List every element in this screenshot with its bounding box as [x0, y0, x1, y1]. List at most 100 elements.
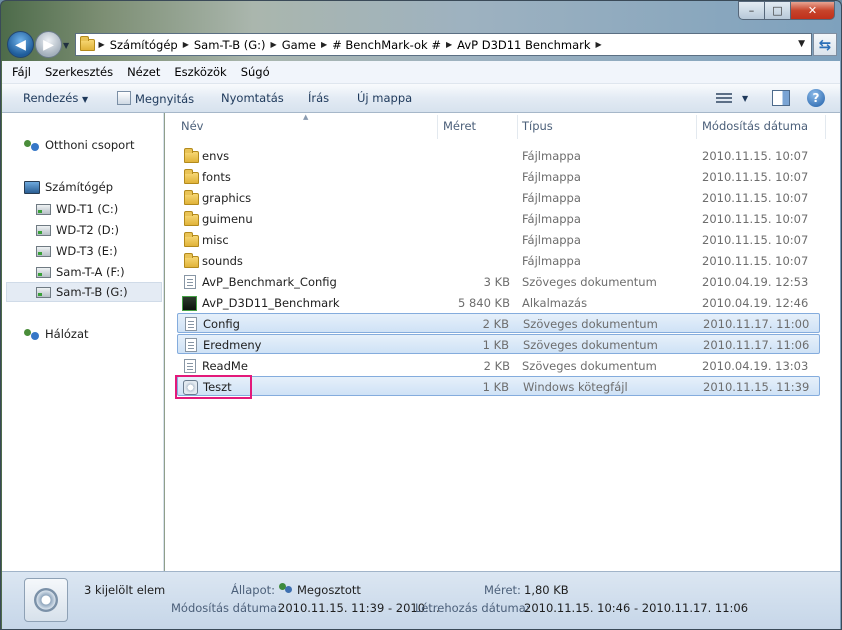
state-value: Megosztott [279, 583, 361, 597]
breadcrumb-separator-icon[interactable]: ▶ [270, 40, 278, 49]
column-divider[interactable] [696, 115, 697, 139]
organize-button[interactable]: Rendezés ▼ [23, 91, 88, 105]
file-date: 2010.11.15. 10:07 [702, 212, 809, 226]
menu-view[interactable]: Nézet [127, 65, 160, 79]
file-name: Eredmeny [203, 338, 262, 352]
help-icon[interactable]: ? [807, 89, 825, 107]
file-row[interactable]: guimenu Fájlmappa 2010.11.15. 10:07 [177, 209, 820, 229]
folder-icon [184, 211, 199, 226]
breadcrumb-separator-icon[interactable]: ▶ [182, 40, 190, 49]
sidebar-item-drive-e[interactable]: WD-T3 (E:) [36, 241, 117, 261]
sidebar-item-label: Sam-T-A (F:) [56, 265, 125, 279]
breadcrumb-separator-icon[interactable]: ▶ [95, 40, 106, 49]
file-row[interactable]: AvP_D3D11_Benchmark 5 840 KB Alkalmazás … [177, 293, 820, 313]
chevron-down-icon: ▼ [81, 95, 89, 104]
maximize-button[interactable]: □ [765, 1, 791, 20]
file-type: Fájlmappa [522, 254, 581, 268]
view-dropdown-icon[interactable]: ▼ [742, 94, 748, 103]
column-header-size[interactable]: Méret [443, 113, 476, 139]
breadcrumb-separator-icon[interactable]: ▶ [595, 40, 603, 49]
breadcrumb-benchmarks[interactable]: # BenchMark-ok # [328, 38, 445, 52]
file-name: envs [202, 149, 230, 163]
sidebar-item-network[interactable]: Hálózat [24, 324, 89, 344]
new-folder-button[interactable]: Új mappa [357, 91, 412, 105]
sidebar-item-drive-d[interactable]: WD-T2 (D:) [36, 220, 119, 240]
file-size: 1 KB [482, 338, 509, 352]
column-divider[interactable] [437, 115, 438, 139]
back-button[interactable]: ◀ [7, 31, 34, 58]
open-button[interactable]: Megnyitás [117, 91, 194, 106]
sidebar-item-drive-c[interactable]: WD-T1 (C:) [36, 199, 118, 219]
file-row[interactable]: misc Fájlmappa 2010.11.15. 10:07 [177, 230, 820, 250]
highlight-box [175, 375, 252, 399]
shared-icon [279, 583, 293, 595]
column-divider[interactable] [517, 115, 518, 139]
size-label: Méret: [484, 583, 521, 597]
file-date: 2010.11.15. 10:07 [702, 170, 809, 184]
menu-tools[interactable]: Eszközök [174, 65, 226, 79]
menu-file[interactable]: Fájl [12, 65, 31, 79]
file-row-selected[interactable]: Config 2 KB Szöveges dokumentum 2010.11.… [177, 313, 820, 333]
breadcrumb-separator-icon[interactable]: ▶ [445, 40, 453, 49]
minimize-button[interactable]: – [738, 1, 765, 20]
file-row[interactable]: sounds Fájlmappa 2010.11.15. 10:07 [177, 251, 820, 271]
drive-icon [36, 245, 51, 257]
file-row[interactable]: fonts Fájlmappa 2010.11.15. 10:07 [177, 167, 820, 187]
file-date: 2010.04.19. 13:03 [702, 359, 809, 373]
preview-pane-icon[interactable] [772, 90, 790, 106]
explorer-window: – □ ✕ ◀ ▶ ▼ ▶ Számítógép ▶ Sam-T-B (G:) … [0, 0, 842, 630]
text-file-icon [185, 317, 197, 331]
file-row[interactable]: ReadMe 2 KB Szöveges dokumentum 2010.04.… [177, 356, 820, 376]
breadcrumb-drive[interactable]: Sam-T-B (G:) [190, 38, 270, 52]
text-file-icon [185, 338, 197, 352]
view-options-icon[interactable] [716, 91, 732, 105]
sidebar-item-homegroup[interactable]: Otthoni csoport [24, 135, 134, 155]
address-bar[interactable]: ▶ Számítógép ▶ Sam-T-B (G:) ▶ Game ▶ # B… [75, 33, 812, 56]
file-row[interactable]: graphics Fájlmappa 2010.11.15. 10:07 [177, 188, 820, 208]
sidebar-item-drive-f[interactable]: Sam-T-A (F:) [36, 262, 125, 282]
minimize-icon: – [748, 4, 755, 17]
size-value: 1,80 KB [524, 583, 569, 597]
text-file-icon [184, 359, 196, 373]
breadcrumb-current-folder[interactable]: AvP D3D11 Benchmark [453, 38, 594, 52]
close-button[interactable]: ✕ [791, 1, 835, 20]
file-row-selected[interactable]: Eredmeny 1 KB Szöveges dokumentum 2010.1… [177, 334, 820, 354]
column-header-date[interactable]: Módosítás dátuma [702, 113, 808, 139]
forward-button[interactable]: ▶ [35, 31, 62, 58]
breadcrumb-computer[interactable]: Számítógép [106, 38, 182, 52]
burn-button[interactable]: Írás [308, 91, 329, 105]
file-date: 2010.11.17. 11:06 [703, 338, 810, 352]
menu-help[interactable]: Súgó [241, 65, 270, 79]
file-size: 3 KB [483, 275, 510, 289]
breadcrumb-separator-icon[interactable]: ▶ [320, 40, 328, 49]
breadcrumb-game[interactable]: Game [278, 38, 320, 52]
print-button[interactable]: Nyomtatás [221, 91, 284, 105]
state-value-text: Megosztott [297, 583, 361, 597]
file-type: Fájlmappa [522, 233, 581, 247]
sidebar-item-label: Sam-T-B (G:) [56, 285, 128, 299]
file-row-selected[interactable]: Teszt 1 KB Windows kötegfájl 2010.11.15.… [177, 376, 820, 396]
recent-pages-dropdown[interactable]: ▼ [63, 41, 69, 50]
file-list: ▲ Név Méret Típus Módosítás dátuma envs … [165, 113, 840, 571]
drive-icon [36, 224, 51, 236]
file-name: graphics [202, 191, 252, 205]
file-type: Szöveges dokumentum [523, 338, 658, 352]
column-header-name[interactable]: Név [181, 113, 203, 139]
sidebar-item-label: Hálózat [45, 327, 89, 341]
folder-icon [184, 232, 199, 247]
menu-edit[interactable]: Szerkesztés [45, 65, 113, 79]
computer-icon [24, 180, 40, 194]
navigation-pane: Otthoni csoport Számítógép WD-T1 (C:) WD… [2, 113, 164, 571]
refresh-button[interactable]: ⇆ [813, 33, 837, 56]
details-pane: 3 kijelölt elem Állapot: Megosztott Mére… [2, 571, 840, 629]
address-history-dropdown[interactable]: ▼ [798, 39, 805, 49]
file-row[interactable]: envs Fájlmappa 2010.11.15. 10:07 [177, 146, 820, 166]
file-name: fonts [202, 170, 231, 184]
column-header-type[interactable]: Típus [522, 113, 553, 139]
text-file-icon [184, 275, 196, 289]
sidebar-item-label: Otthoni csoport [45, 138, 135, 152]
sidebar-item-drive-g[interactable]: Sam-T-B (G:) [6, 282, 162, 302]
column-divider[interactable] [825, 115, 826, 139]
file-row[interactable]: AvP_Benchmark_Config 3 KB Szöveges dokum… [177, 272, 820, 292]
sidebar-item-computer[interactable]: Számítógép [24, 177, 113, 197]
